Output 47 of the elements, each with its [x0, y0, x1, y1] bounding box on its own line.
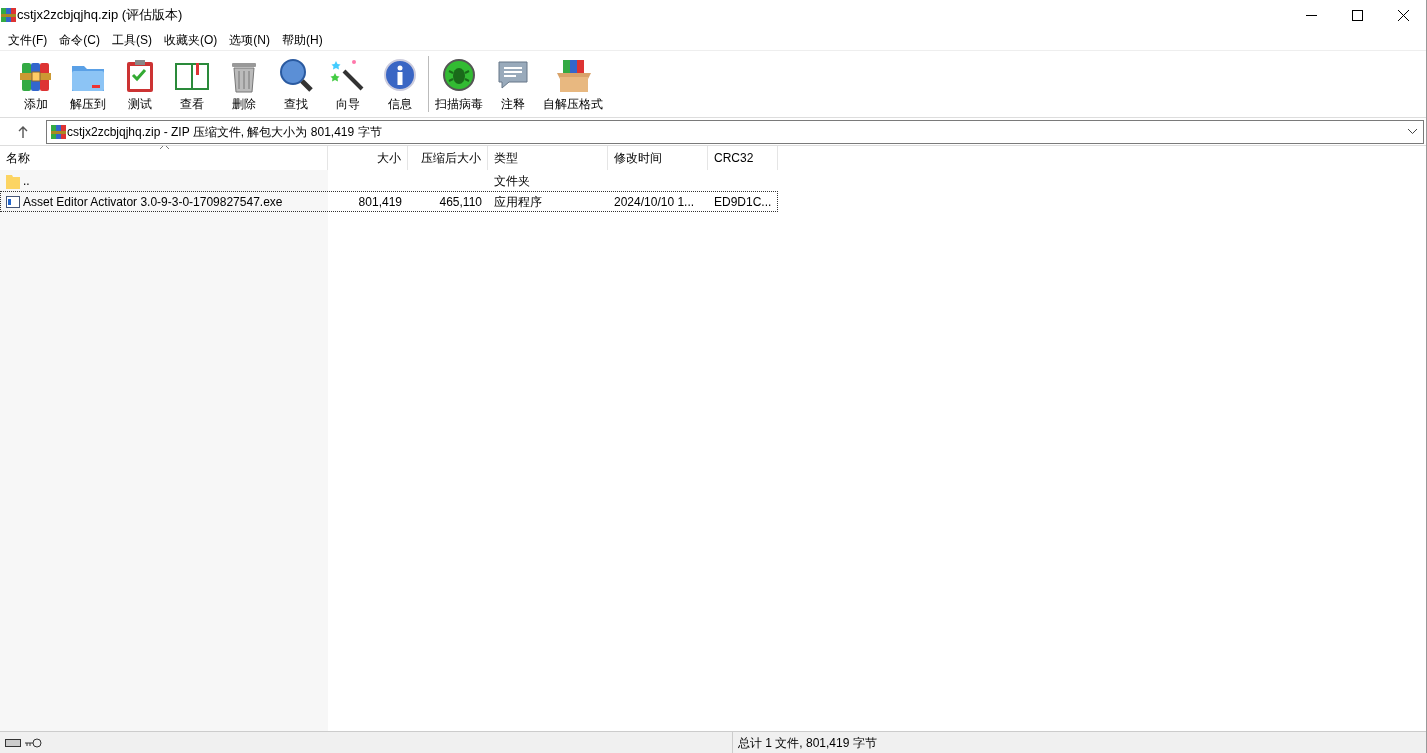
menu-item[interactable]: 命令(C) — [53, 31, 106, 49]
table-cell-text: 应用程序 — [494, 193, 542, 211]
address-text: cstjx2zcbjqjhq.zip - ZIP 压缩文件, 解包大小为 801,419 字节 — [67, 123, 382, 141]
table-cell-text: 2024/10/10 1... — [614, 193, 695, 211]
table-cell-text: 文件夹 — [494, 172, 530, 190]
toolbar-button[interactable]: 测试 — [114, 53, 166, 115]
window-title: cstjx2zcbjqjhq.zip (评估版本) — [17, 6, 183, 25]
drive-icon — [5, 738, 21, 747]
maximize-icon — [1351, 9, 1363, 21]
toolbar-button[interactable]: 查找 — [270, 53, 322, 115]
table-cell-text: 465,110 — [439, 193, 482, 211]
menu-item[interactable]: 帮助(H) — [276, 31, 329, 49]
table-cell-text: 801,419 — [358, 193, 402, 211]
toolbar-button[interactable]: 添加 — [10, 53, 62, 115]
minimize-icon — [1305, 14, 1317, 16]
menu-item[interactable]: 收藏夹(O) — [158, 31, 224, 49]
up-arrow-icon — [18, 125, 28, 138]
toolbar-button[interactable]: 查看 — [166, 53, 218, 115]
info-icon — [382, 57, 418, 93]
toolbar-button[interactable]: 自解压格式 — [539, 53, 607, 115]
menu-item[interactable]: 选项(N) — [223, 31, 276, 49]
toolbar-button[interactable]: 解压到 — [62, 53, 114, 115]
table-cell-text: .. — [23, 172, 30, 190]
table-cell-text: ED9D1C... — [714, 193, 772, 211]
toolbar-button[interactable]: 信息 — [374, 53, 426, 115]
magic-wand-icon — [330, 57, 366, 93]
status-text: 总计 1 文件, 801,419 字节 — [738, 734, 877, 752]
key-icon — [24, 737, 42, 748]
menu-item[interactable]: 工具(S) — [106, 31, 158, 49]
toolbar-button[interactable]: 向导 — [322, 53, 374, 115]
table-cell-text: Asset Editor Activator 3.0-9-3-0-1709827547.exe — [23, 193, 283, 211]
application-icon — [6, 195, 20, 208]
magnifier-icon — [278, 57, 314, 93]
file-row[interactable]: .. 文件夹 — [0, 170, 778, 191]
toolbar-button[interactable]: 注释 — [487, 53, 539, 115]
dropdown-caret-icon — [1408, 129, 1417, 134]
address-field[interactable]: cstjx2zcbjqjhq.zip - ZIP 压缩文件, 解包大小为 801,419 字节 — [46, 119, 1424, 144]
toolbar-button[interactable]: 扫描病毒 — [431, 53, 487, 115]
file-row[interactable]: Asset Editor Activator 3.0-9-3-0-1709827547.exe 801,419 465,110 应用程序 2024/10/10 1... ED9D1C... — [0, 191, 778, 212]
menu-item[interactable]: 文件(F) — [2, 31, 54, 49]
box-icon — [555, 57, 591, 93]
column-header[interactable]: 名称 — [0, 146, 328, 170]
bug-icon — [441, 57, 477, 93]
archive-icon — [0, 7, 17, 23]
close-icon — [1397, 9, 1409, 21]
toolbar-button[interactable]: 删除 — [218, 53, 270, 115]
archive-icon — [50, 123, 67, 140]
